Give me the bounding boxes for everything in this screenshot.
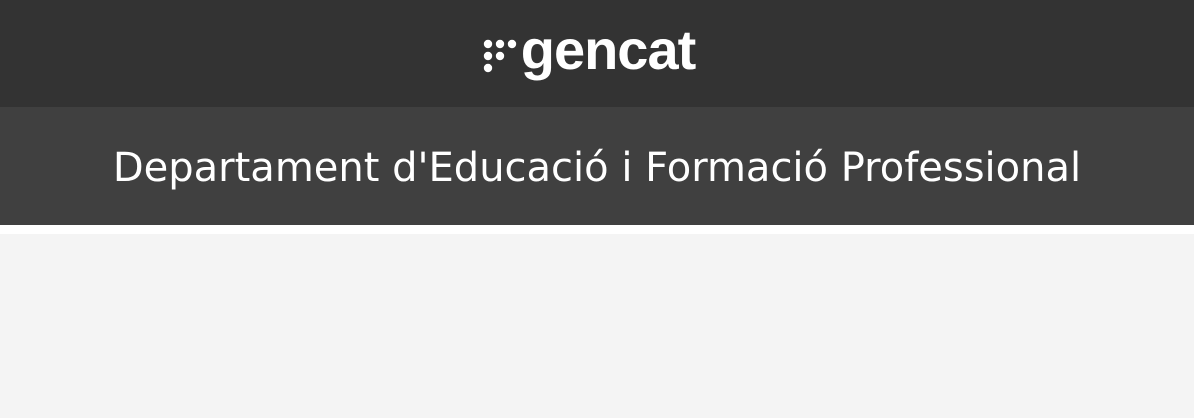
department-bar: Departament d'Educació i Formació Profes… [0,107,1194,225]
gencat-dots-icon [483,39,516,72]
divider [0,225,1194,234]
content-area [0,234,1194,418]
logo-text: gencat [520,17,696,81]
gencat-logo-link[interactable]: gencat [483,21,696,82]
top-bar: gencat [0,0,1194,107]
department-title: Departament d'Educació i Formació Profes… [112,145,1082,191]
